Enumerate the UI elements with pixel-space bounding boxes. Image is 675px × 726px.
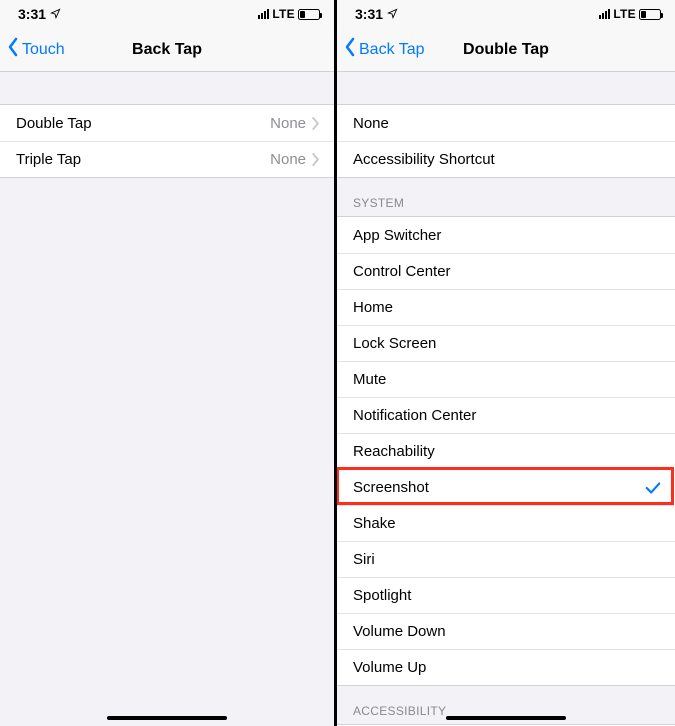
row-label: Spotlight [353, 587, 661, 604]
system-option-row[interactable]: Spotlight [337, 577, 675, 613]
status-bar: 3:31 LTE [0, 0, 334, 28]
system-option-row[interactable]: Siri [337, 541, 675, 577]
status-time: 3:31 [18, 6, 46, 22]
row-label: Control Center [353, 263, 661, 280]
location-icon [387, 6, 398, 22]
row-label: Screenshot [353, 479, 645, 496]
row-label: App Switcher [353, 227, 661, 244]
row-label: Lock Screen [353, 335, 661, 352]
nav-bar: Back Tap Double Tap [337, 28, 675, 72]
back-label: Touch [22, 41, 65, 59]
network-label: LTE [272, 7, 295, 21]
chevron-right-icon [312, 153, 320, 166]
back-label: Back Tap [359, 41, 425, 59]
battery-icon [298, 9, 320, 20]
back-button[interactable]: Back Tap [337, 37, 425, 62]
tap-options-list: Double TapNoneTriple TapNone [0, 104, 334, 178]
signal-icon [599, 9, 610, 19]
system-option-row[interactable]: Notification Center [337, 397, 675, 433]
row-label: Shake [353, 515, 661, 532]
row-label: Volume Up [353, 659, 661, 676]
row-value: None [270, 151, 306, 168]
back-button[interactable]: Touch [0, 37, 65, 62]
row-label: Home [353, 299, 661, 316]
chevron-right-icon [312, 117, 320, 130]
row-label: Volume Down [353, 623, 661, 640]
row-label: Siri [353, 551, 661, 568]
row-label: Triple Tap [16, 151, 270, 168]
network-label: LTE [613, 7, 636, 21]
section-header-system: SYSTEM [337, 178, 675, 216]
system-option-row[interactable]: Lock Screen [337, 325, 675, 361]
option-row[interactable]: None [337, 105, 675, 141]
row-value: None [270, 115, 306, 132]
status-time: 3:31 [355, 6, 383, 22]
signal-icon [258, 9, 269, 19]
chevron-left-icon [343, 37, 357, 62]
checkmark-icon [645, 481, 661, 495]
system-option-row[interactable]: Reachability [337, 433, 675, 469]
system-option-row[interactable]: Screenshot [337, 469, 675, 505]
row-label: Double Tap [16, 115, 270, 132]
row-label: Notification Center [353, 407, 661, 424]
option-row[interactable]: Accessibility Shortcut [337, 141, 675, 177]
system-options-list: App Switcher Control Center Home Lock Scree… [337, 216, 675, 686]
system-option-row[interactable]: Shake [337, 505, 675, 541]
system-option-row[interactable]: Volume Down [337, 613, 675, 649]
nav-bar: Touch Back Tap [0, 28, 334, 72]
row-label: None [353, 115, 661, 132]
tap-option-row[interactable]: Double TapNone [0, 105, 334, 141]
tap-option-row[interactable]: Triple TapNone [0, 141, 334, 177]
location-icon [50, 6, 61, 22]
top-options-list: None Accessibility Shortcut [337, 104, 675, 178]
status-bar: 3:31 LTE [337, 0, 675, 28]
home-indicator[interactable] [107, 716, 227, 720]
phone-back-tap: 3:31 LTE Touch Back Tap Double TapNoneTr… [0, 0, 337, 726]
system-option-row[interactable]: Control Center [337, 253, 675, 289]
row-label: Accessibility Shortcut [353, 151, 661, 168]
system-option-row[interactable]: App Switcher [337, 217, 675, 253]
battery-icon [639, 9, 661, 20]
system-option-row[interactable]: Home [337, 289, 675, 325]
system-option-row[interactable]: Mute [337, 361, 675, 397]
system-option-row[interactable]: Volume Up [337, 649, 675, 685]
chevron-left-icon [6, 37, 20, 62]
row-label: Mute [353, 371, 661, 388]
home-indicator[interactable] [446, 716, 566, 720]
row-label: Reachability [353, 443, 661, 460]
phone-double-tap: 3:31 LTE Back Tap Double Tap None Accessi… [337, 0, 675, 726]
